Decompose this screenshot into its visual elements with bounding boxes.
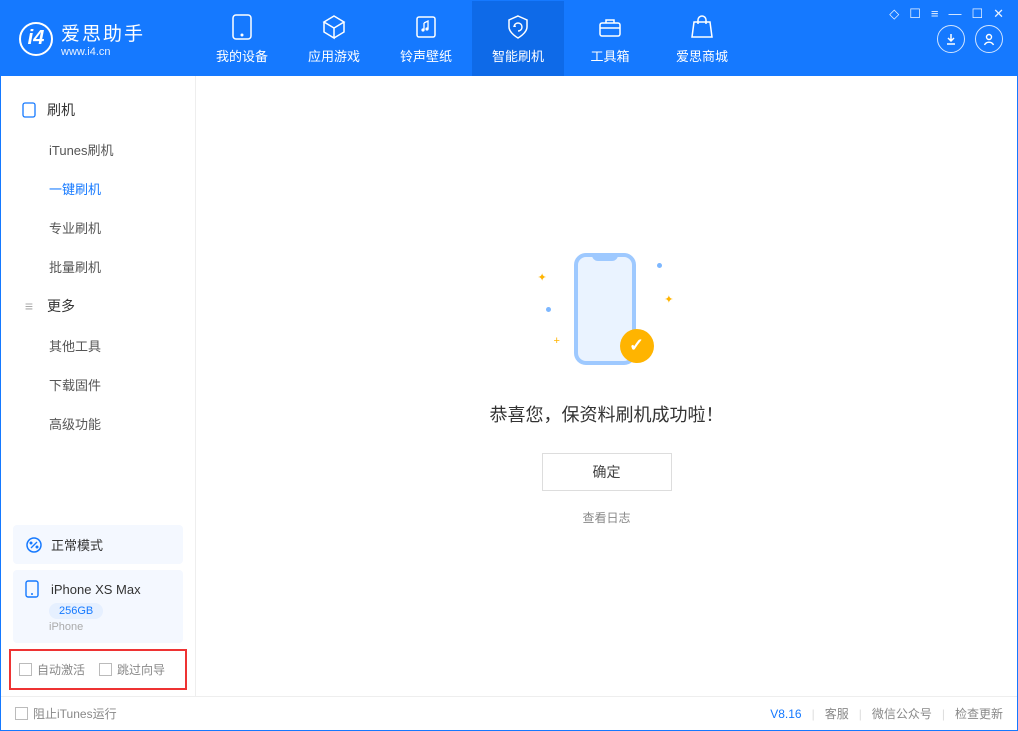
nav-tabs: 我的设备 应用游戏 铃声壁纸 智能刷机 工具箱 爱思商城 (196, 1, 748, 76)
download-button[interactable] (937, 25, 965, 53)
sidebar-group-flash: 刷机 (1, 90, 195, 130)
app-url: www.i4.cn (61, 46, 145, 58)
sidebar-item-oneclick-flash[interactable]: 一键刷机 (1, 169, 195, 208)
sidebar-item-batch-flash[interactable]: 批量刷机 (1, 247, 195, 286)
footer-link-update[interactable]: 检查更新 (955, 705, 1003, 722)
sidebar-item-download-firmware[interactable]: 下载固件 (1, 365, 195, 404)
app-name: 爱思助手 (61, 19, 145, 46)
check-icon: ✓ (620, 329, 654, 363)
header: i4 爱思助手 www.i4.cn 我的设备 应用游戏 铃声壁纸 智能刷机 工具… (1, 1, 1017, 76)
storage-badge: 256GB (49, 603, 103, 619)
options-highlight-box: 自动激活 跳过向导 (9, 649, 187, 690)
ok-button[interactable]: 确定 (542, 453, 672, 491)
sidebar-item-advanced[interactable]: 高级功能 (1, 404, 195, 443)
minimize-button[interactable]: — (948, 6, 961, 22)
device-icon (21, 102, 37, 118)
list-icon: ≡ (21, 298, 37, 314)
toolbox-icon (596, 13, 624, 41)
success-message: 恭喜您，保资料刷机成功啦！ (490, 401, 724, 427)
window-controls: ◇ ☐ ≡ — ☐ ✕ (889, 6, 1004, 22)
footer-link-wechat[interactable]: 微信公众号 (872, 705, 932, 722)
block-itunes-checkbox[interactable]: 阻止iTunes运行 (15, 705, 117, 722)
feedback-icon[interactable]: ☐ (909, 6, 921, 22)
device-name: iPhone XS Max (51, 582, 141, 597)
sidebar: 刷机 iTunes刷机 一键刷机 专业刷机 批量刷机 ≡ 更多 其他工具 下载固… (1, 76, 196, 696)
tab-store[interactable]: 爱思商城 (656, 1, 748, 76)
maximize-button[interactable]: ☐ (971, 6, 983, 22)
footer: 阻止iTunes运行 V8.16 | 客服 | 微信公众号 | 检查更新 (1, 696, 1017, 730)
cube-icon (320, 13, 348, 41)
mode-card[interactable]: 正常模式 (13, 525, 183, 564)
close-button[interactable]: ✕ (993, 6, 1004, 22)
footer-link-support[interactable]: 客服 (825, 705, 849, 722)
device-card[interactable]: iPhone XS Max 256GB iPhone (13, 570, 183, 643)
refresh-shield-icon (504, 13, 532, 41)
device-type: iPhone (49, 621, 171, 633)
tab-toolbox[interactable]: 工具箱 (564, 1, 656, 76)
menu-icon[interactable]: ≡ (931, 6, 939, 22)
main-content: ✓ ✦✦+ 恭喜您，保资料刷机成功啦！ 确定 查看日志 (196, 76, 1017, 696)
tab-apps[interactable]: 应用游戏 (288, 1, 380, 76)
mode-icon (25, 536, 43, 554)
auto-activate-checkbox[interactable]: 自动激活 (19, 661, 85, 678)
tab-flash[interactable]: 智能刷机 (472, 1, 564, 76)
tshirt-icon[interactable]: ◇ (889, 6, 899, 22)
sidebar-group-more: ≡ 更多 (1, 286, 195, 326)
user-button[interactable] (975, 25, 1003, 53)
music-icon (412, 13, 440, 41)
version-label: V8.16 (770, 707, 801, 721)
success-illustration: ✓ ✦✦+ (532, 247, 682, 377)
skip-guide-checkbox[interactable]: 跳过向导 (99, 661, 165, 678)
sidebar-item-itunes-flash[interactable]: iTunes刷机 (1, 130, 195, 169)
view-log-link[interactable]: 查看日志 (582, 509, 630, 526)
tab-ringtones[interactable]: 铃声壁纸 (380, 1, 472, 76)
mode-label: 正常模式 (51, 535, 103, 554)
logo[interactable]: i4 爱思助手 www.i4.cn (1, 19, 196, 58)
bag-icon (688, 13, 716, 41)
sidebar-item-pro-flash[interactable]: 专业刷机 (1, 208, 195, 247)
logo-icon: i4 (19, 22, 53, 56)
sidebar-item-other-tools[interactable]: 其他工具 (1, 326, 195, 365)
tab-my-device[interactable]: 我的设备 (196, 1, 288, 76)
device-phone-icon (25, 580, 43, 598)
phone-icon (228, 13, 256, 41)
